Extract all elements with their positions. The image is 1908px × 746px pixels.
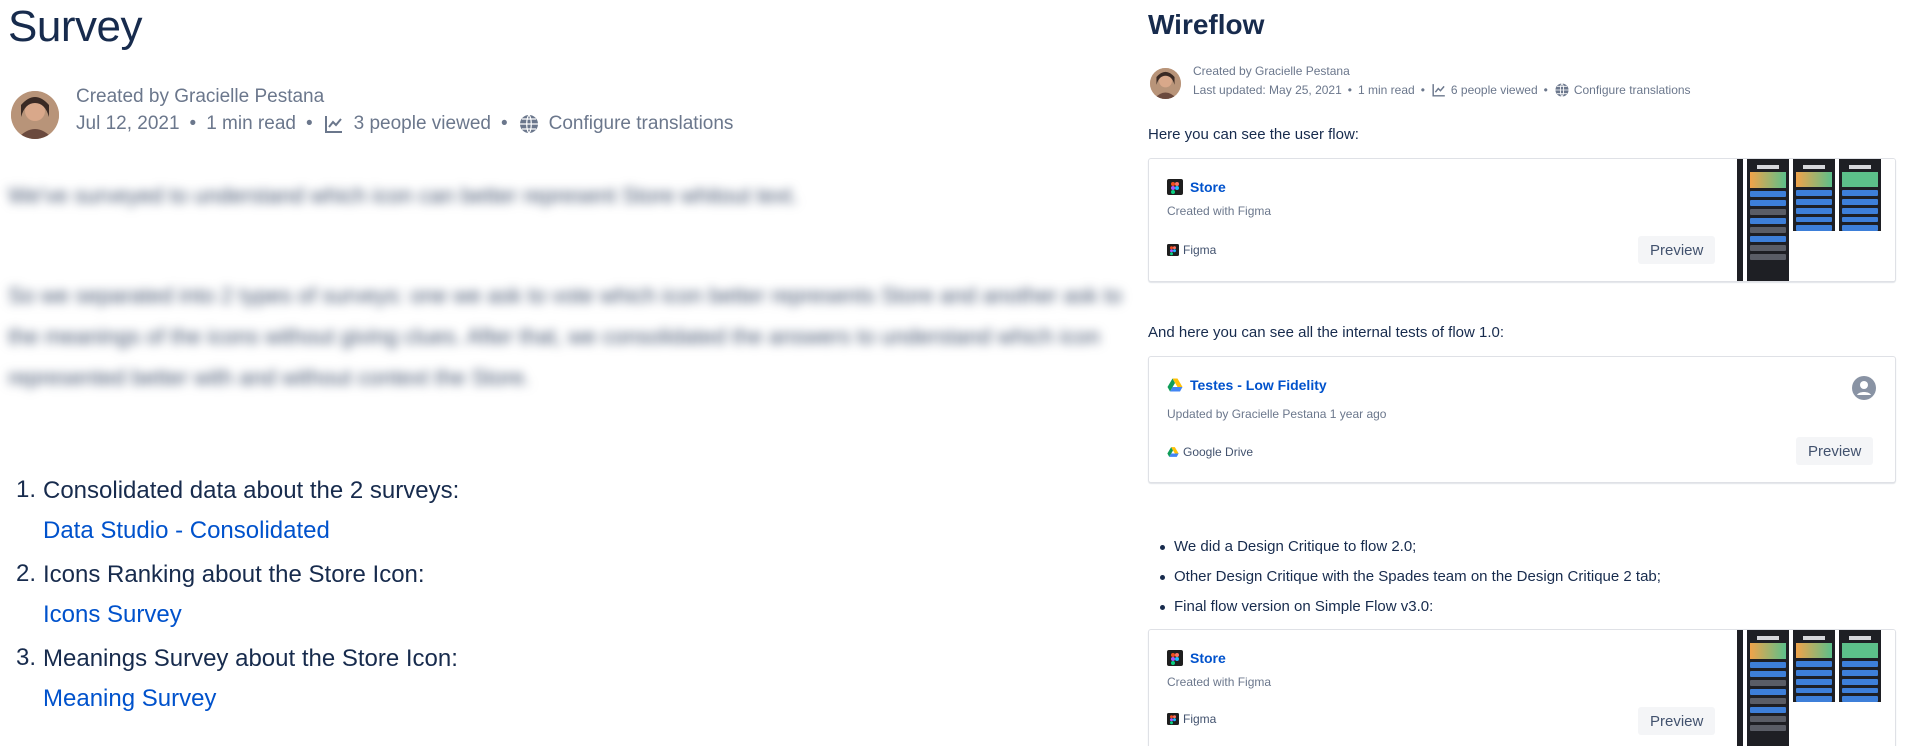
- read-time: 1 min read: [1357, 83, 1415, 97]
- configure-translations-link[interactable]: Configure translations: [549, 113, 734, 135]
- author-avatar[interactable]: [11, 91, 59, 139]
- bullet-list: We did a Design Critique to flow 2.0; Ot…: [1148, 537, 1661, 627]
- card-subtitle: Updated by Gracielle Pestana 1 year ago: [1167, 407, 1387, 421]
- list-item: Other Design Critique with the Spades te…: [1148, 567, 1661, 587]
- google-drive-icon: [1167, 377, 1183, 393]
- intro-text: Here you can see the user flow:: [1148, 126, 1359, 143]
- wireflow-page: Wireflow Created by Gracielle Pestana La…: [1148, 0, 1908, 746]
- last-updated: Last updated: May 25, 2021: [1193, 83, 1342, 97]
- figma-embed-card[interactable]: Store Created with Figma Figma Preview: [1148, 629, 1896, 746]
- byline: Created by Gracielle Pestana: [76, 86, 325, 107]
- separator: •: [1420, 83, 1425, 97]
- intro-text: And here you can see all the internal te…: [1148, 324, 1505, 341]
- list-item: 3. Meanings Survey about the Store Icon:…: [16, 644, 916, 714]
- meaning-survey-link[interactable]: Meaning Survey: [43, 684, 458, 714]
- list-item: 1. Consolidated data about the 2 surveys…: [16, 476, 916, 546]
- globe-icon: [1554, 82, 1570, 98]
- views-link[interactable]: 3 people viewed: [354, 113, 491, 135]
- list-item-text: Other Design Critique with the Spades te…: [1174, 568, 1661, 585]
- separator: •: [305, 113, 313, 134]
- card-subtitle: Created with Figma: [1167, 675, 1272, 689]
- views-link[interactable]: 6 people viewed: [1451, 83, 1538, 97]
- figma-icon: [1167, 244, 1179, 256]
- google-drive-embed-card[interactable]: Testes - Low Fidelity Updated by Graciel…: [1148, 356, 1896, 483]
- source-label: Google Drive: [1183, 445, 1254, 459]
- author-avatar[interactable]: [1150, 68, 1181, 99]
- list-item: 2. Icons Ranking about the Store Icon: I…: [16, 560, 916, 630]
- page-title: Survey: [8, 2, 142, 51]
- ordered-list: 1. Consolidated data about the 2 surveys…: [16, 476, 916, 728]
- list-item-text: Icons Ranking about the Store Icon:: [43, 561, 425, 588]
- card-title-link[interactable]: Store: [1190, 179, 1226, 195]
- figma-icon: [1167, 713, 1179, 725]
- analytics-icon: [323, 113, 345, 135]
- page-metadata: Jul 12, 2021 • 1 min read • 3 people vie…: [76, 113, 733, 135]
- source-label: Figma: [1183, 712, 1217, 726]
- preview-button[interactable]: Preview: [1638, 707, 1716, 735]
- list-item-text: Meanings Survey about the Store Icon:: [43, 645, 458, 672]
- separator: •: [1543, 83, 1548, 97]
- card-title-link[interactable]: Testes - Low Fidelity: [1190, 377, 1327, 393]
- preview-button[interactable]: Preview: [1796, 437, 1874, 465]
- list-number: 1.: [16, 476, 37, 503]
- list-item: Final flow version on Simple Flow v3.0:: [1148, 597, 1661, 617]
- page-title: Wireflow: [1148, 9, 1265, 40]
- preview-button[interactable]: Preview: [1638, 236, 1716, 264]
- configure-translations-link[interactable]: Configure translations: [1574, 83, 1691, 97]
- google-drive-icon: [1167, 446, 1179, 458]
- list-item-text: Consolidated data about the 2 surveys:: [43, 477, 460, 504]
- card-title-link[interactable]: Store: [1190, 650, 1226, 666]
- card-source: Figma: [1167, 712, 1216, 726]
- card-source: Figma: [1167, 243, 1216, 257]
- data-studio-link[interactable]: Data Studio - Consolidated: [43, 516, 459, 546]
- blurred-paragraph: We've surveyed to understand which icon …: [8, 183, 799, 208]
- list-item: We did a Design Critique to flow 2.0;: [1148, 537, 1661, 557]
- figma-icon: [1167, 650, 1183, 666]
- created-date: Jul 12, 2021: [76, 113, 180, 134]
- list-item-text: Final flow version on Simple Flow v3.0:: [1174, 598, 1434, 615]
- bullet-dot: [1160, 544, 1165, 550]
- figma-icon: [1167, 179, 1183, 195]
- separator: •: [189, 113, 197, 134]
- list-item-text: We did a Design Critique to flow 2.0;: [1174, 538, 1417, 555]
- figma-thumbnail: [1737, 159, 1895, 281]
- figma-thumbnail: [1737, 630, 1895, 746]
- user-icon: [1851, 375, 1877, 401]
- figma-embed-card[interactable]: Store Created with Figma Figma Preview: [1148, 158, 1896, 282]
- read-time: 1 min read: [206, 113, 296, 134]
- bullet-dot: [1160, 604, 1165, 610]
- blurred-paragraph: So we separated into 2 types of surveys:…: [8, 283, 1123, 390]
- bullet-dot: [1160, 574, 1165, 580]
- list-number: 2.: [16, 560, 37, 587]
- source-label: Figma: [1183, 243, 1217, 257]
- page-metadata: Last updated: May 25, 2021 • 1 min read …: [1193, 82, 1691, 98]
- byline: Created by Gracielle Pestana: [1193, 64, 1350, 78]
- card-source: Google Drive: [1167, 445, 1253, 459]
- separator: •: [1347, 83, 1352, 97]
- survey-page: Survey Created by Gracielle Pestana Jul …: [0, 0, 1140, 746]
- separator: •: [500, 113, 508, 134]
- analytics-icon: [1431, 82, 1447, 98]
- globe-icon: [518, 113, 540, 135]
- list-number: 3.: [16, 644, 37, 671]
- card-subtitle: Created with Figma: [1167, 204, 1272, 218]
- icons-survey-link[interactable]: Icons Survey: [43, 600, 425, 630]
